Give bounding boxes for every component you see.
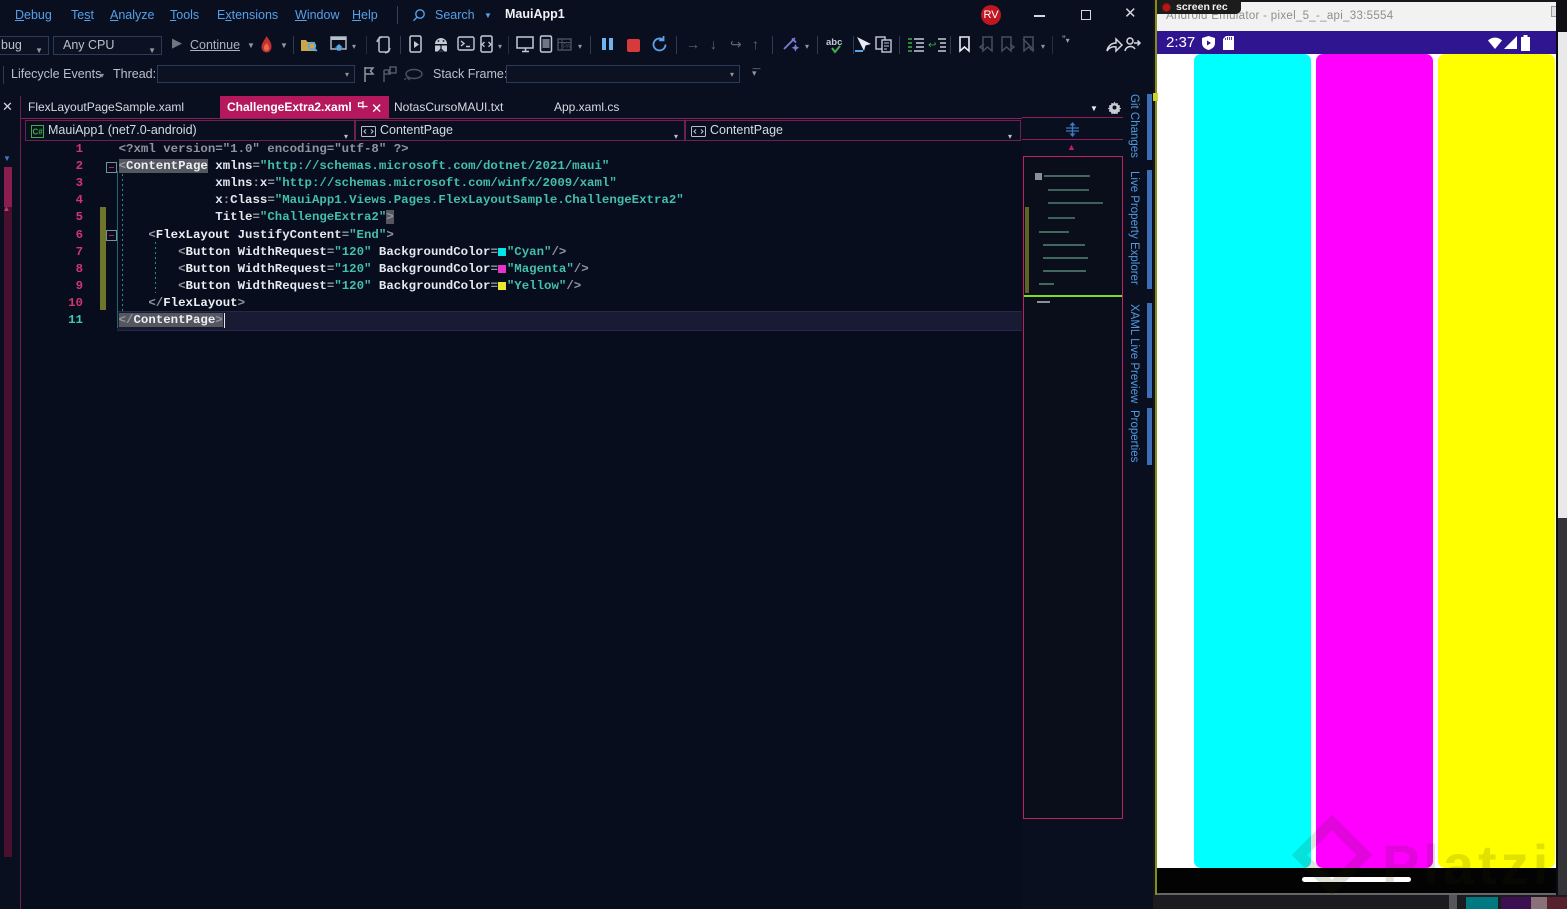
svg-text:PA: PA [563,44,571,50]
svg-text:↩: ↩ [928,40,936,51]
svg-text:Platzi: Platzi [1382,833,1552,895]
svg-text:C#: C# [33,127,44,136]
